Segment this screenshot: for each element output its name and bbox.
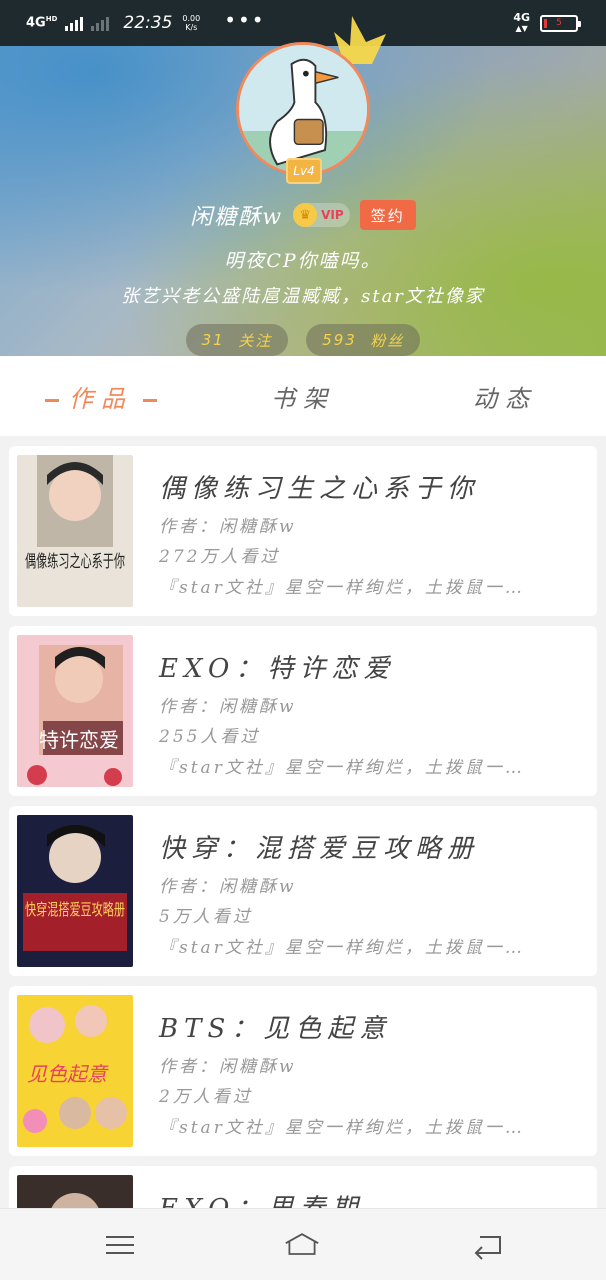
tab-activity[interactable]: 动态 — [404, 379, 606, 414]
book-views: 5万人看过 — [159, 907, 253, 927]
status-bar: 4GHD 22:35 0.00 K/s ••• 4G ▲▼ 5 — [0, 0, 606, 46]
book-title: EXO：特许恋爱 — [159, 654, 396, 684]
bio-line-1: 明夜CP你嗑吗。 — [224, 250, 382, 272]
book-card[interactable]: 偶像练习之心系于你 偶像练习生之心系于你 作者：闲糖酥w 272万人看过 『st… — [9, 446, 597, 616]
svg-text:见色起意: 见色起意 — [27, 1062, 109, 1086]
stats-row: 31 关注 593 粉丝 — [0, 324, 606, 356]
book-card[interactable]: 特许恋爱 EXO：特许恋爱 作者：闲糖酥w 255人看过 『star文社』星空一… — [9, 626, 597, 796]
goose-avatar-icon — [239, 45, 367, 173]
book-views: 255人看过 — [159, 727, 261, 747]
book-author: 作者：闲糖酥w — [159, 517, 297, 537]
name-row: 闲糖酥w ♛ VIP 签约 — [0, 198, 606, 232]
network-speed: 0.00 K/s — [182, 14, 201, 32]
book-cover: 快穿混搭爱豆攻略册 — [17, 815, 133, 967]
vip-badge[interactable]: ♛ VIP — [293, 203, 350, 227]
book-views: 2万人看过 — [159, 1087, 253, 1107]
signal-icon — [65, 15, 84, 31]
network-4g-icon: 4G ▲▼ — [513, 11, 530, 33]
book-card[interactable]: 见色起意 BTS：见色起意 作者：闲糖酥w 2万人看过 『star文社』星空一样… — [9, 986, 597, 1156]
following-button[interactable]: 31 关注 — [185, 324, 289, 356]
book-desc: 『star文社』星空一样绚烂，土拨鼠一… — [159, 758, 525, 778]
username: 闲糖酥w — [190, 205, 284, 230]
menu-icon[interactable] — [102, 1229, 138, 1261]
book-cover: 特许恋爱 — [17, 635, 133, 787]
profile-tabs: 作品 书架 动态 — [0, 356, 606, 436]
home-icon[interactable] — [284, 1229, 320, 1261]
book-title: 快穿：混搭爱豆攻略册 — [159, 834, 480, 864]
signal2-icon — [91, 15, 110, 31]
profile-header: 4GHD 22:35 0.00 K/s ••• 4G ▲▼ 5 Lv4 闲糖酥w… — [0, 0, 606, 356]
svg-text:快穿混搭爱豆攻略册: 快穿混搭爱豆攻略册 — [25, 900, 125, 919]
book-title: BTS：见色起意 — [159, 1014, 392, 1044]
clock: 22:35 — [123, 13, 173, 33]
book-cover: 偶像练习之心系于你 — [17, 455, 133, 607]
battery-icon: 5 — [540, 14, 581, 32]
network-label: 4GHD — [26, 15, 58, 31]
signed-badge[interactable]: 签约 — [359, 200, 416, 230]
book-desc: 『star文社』星空一样绚烂，土拨鼠一… — [159, 938, 525, 958]
navigation-bar — [0, 1208, 606, 1280]
vip-crown-icon: ♛ — [293, 203, 318, 227]
book-author: 作者：闲糖酥w — [159, 877, 297, 897]
book-cover: 见色起意 — [17, 995, 133, 1147]
book-title: 偶像练习生之心系于你 — [159, 474, 480, 504]
level-badge: Lv4 — [286, 158, 322, 184]
more-dots-icon: ••• — [224, 8, 266, 32]
back-icon[interactable] — [470, 1229, 506, 1261]
book-author: 作者：闲糖酥w — [159, 697, 297, 717]
book-views: 272万人看过 — [159, 547, 281, 567]
book-desc: 『star文社』星空一样绚烂，土拨鼠一… — [159, 578, 525, 598]
svg-text:特许恋爱: 特许恋爱 — [39, 728, 119, 752]
tab-works[interactable]: 作品 — [0, 379, 202, 414]
avatar[interactable] — [236, 42, 370, 176]
book-desc: 『star文社』星空一样绚烂，土拨鼠一… — [159, 1118, 525, 1138]
tab-bookshelf[interactable]: 书架 — [202, 379, 404, 414]
bio-line-2: 张艺兴老公盛陆扈温臧臧，star文社像家 — [121, 286, 485, 307]
fans-button[interactable]: 593 粉丝 — [306, 324, 421, 356]
book-card[interactable]: 快穿混搭爱豆攻略册 快穿：混搭爱豆攻略册 作者：闲糖酥w 5万人看过 『star… — [9, 806, 597, 976]
svg-text:偶像练习之心系于你: 偶像练习之心系于你 — [25, 552, 125, 572]
book-author: 作者：闲糖酥w — [159, 1057, 297, 1077]
